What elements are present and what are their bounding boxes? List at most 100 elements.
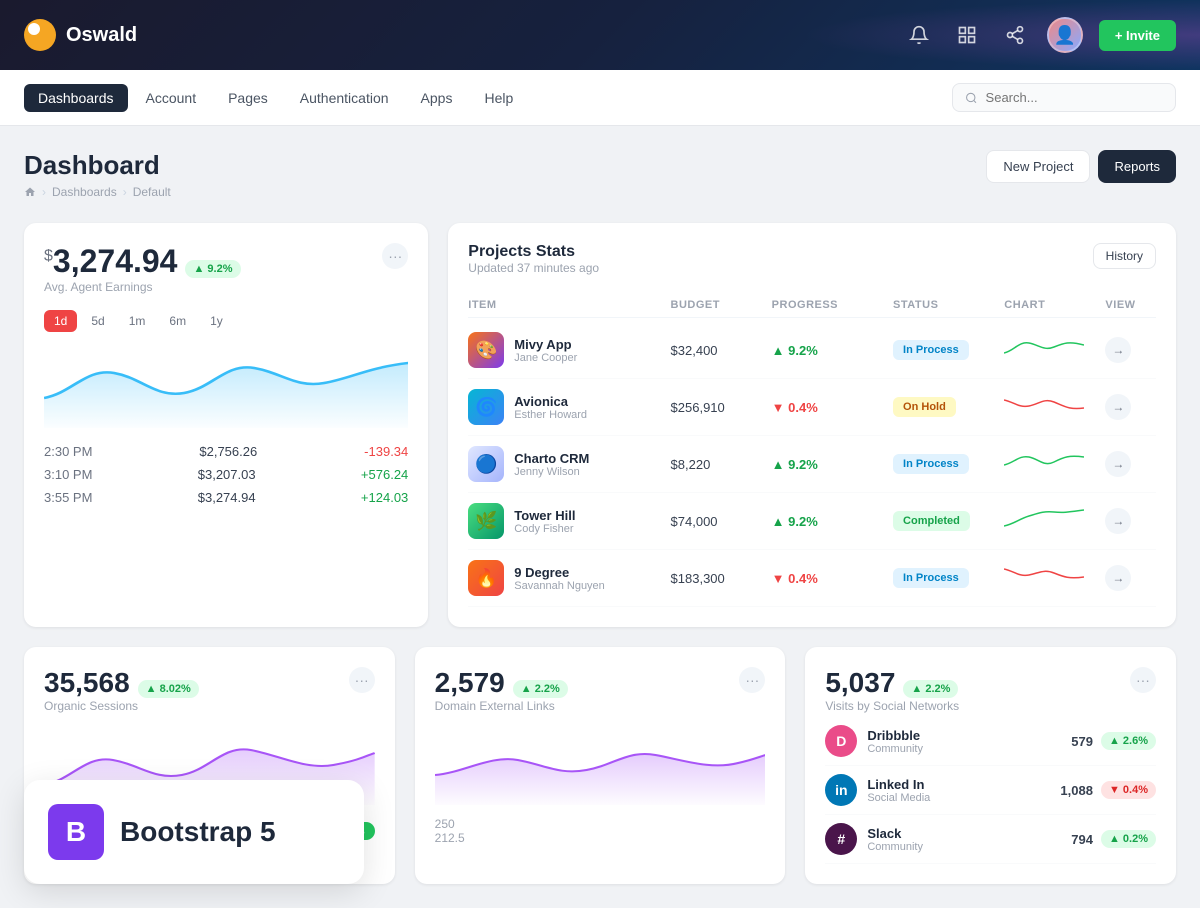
row-view-button[interactable]: → (1105, 508, 1131, 534)
domain-links-card: 2,579 ▲ 2.2% Domain External Links ··· (415, 647, 786, 884)
nav-item-apps[interactable]: Apps (407, 84, 467, 112)
main-cards-grid: $3,274.94 ▲ 9.2% Avg. Agent Earnings ···… (24, 223, 1176, 627)
page-actions: New Project Reports (986, 150, 1176, 183)
row-view-button[interactable]: → (1105, 394, 1131, 420)
row-view-button[interactable]: → (1105, 451, 1131, 477)
page-title-section: Dashboard › Dashboards › Default (24, 150, 171, 199)
chart-axis: 250 (435, 817, 766, 831)
logo-area: Oswald (24, 19, 903, 51)
new-project-button[interactable]: New Project (986, 150, 1090, 183)
page-title: Dashboard (24, 150, 171, 181)
time-filter-1m[interactable]: 1m (119, 310, 156, 332)
status-badge: In Process (893, 568, 969, 588)
nav-item-account[interactable]: Account (132, 84, 211, 112)
earnings-header: $3,274.94 ▲ 9.2% Avg. Agent Earnings ··· (44, 243, 408, 306)
table-header: ITEM BUDGET PROGRESS STATUS CHART VIEW (468, 293, 1156, 318)
earnings-badge: ▲ 9.2% (185, 260, 240, 278)
earnings-amount: $3,274.94 (44, 243, 177, 280)
mini-chart (1004, 447, 1105, 482)
time-filters: 1d 5d 1m 6m 1y (44, 310, 408, 332)
share-icon[interactable] (999, 19, 1031, 51)
mini-chart (1004, 561, 1105, 596)
dribbble-icon: D (825, 725, 857, 757)
social-value: 5,037 (825, 667, 895, 699)
content-area: Dashboard › Dashboards › Default New Pro… (0, 126, 1200, 908)
organic-sessions-value: 35,568 (44, 667, 130, 699)
nav-item-authentication[interactable]: Authentication (286, 84, 403, 112)
domain-links-value: 2,579 (435, 667, 505, 699)
invite-button[interactable]: + Invite (1099, 20, 1176, 51)
domain-more-button[interactable]: ··· (739, 667, 765, 693)
time-filter-1y[interactable]: 1y (200, 310, 233, 332)
slack-icon: # (825, 823, 857, 855)
mini-chart (1004, 390, 1105, 425)
table-row: 🔥 9 Degree Savannah Nguyen $183,300 ▼ 0.… (468, 550, 1156, 607)
notification-icon[interactable] (903, 19, 935, 51)
table-row: 🌿 Tower Hill Cody Fisher $74,000 ▲ 9.2% … (468, 493, 1156, 550)
earnings-rows: 2:30 PM $2,756.26 -139.34 3:10 PM $3,207… (44, 444, 408, 505)
chart-axis-2: 212.5 (435, 831, 766, 845)
avatar[interactable]: 👤 (1047, 17, 1083, 53)
earnings-row-3: 3:55 PM $3,274.94 +124.03 (44, 490, 408, 505)
projects-table: ITEM BUDGET PROGRESS STATUS CHART VIEW 🎨… (468, 293, 1156, 607)
table-row: 🔵 Charto CRM Jenny Wilson $8,220 ▲ 9.2% … (468, 436, 1156, 493)
project-icon-avionica: 🌀 (468, 389, 504, 425)
earnings-row-2: 3:10 PM $3,207.03 +576.24 (44, 467, 408, 482)
reports-button[interactable]: Reports (1098, 150, 1176, 183)
organic-sessions-badge: ▲ 8.02% (138, 680, 199, 698)
topbar-icons: 👤 + Invite (903, 17, 1176, 53)
breadcrumb-default: Default (133, 185, 171, 199)
status-badge: In Process (893, 340, 969, 360)
earnings-chart (44, 348, 408, 428)
projects-header: Projects Stats Updated 37 minutes ago Hi… (468, 243, 1156, 289)
earnings-card: $3,274.94 ▲ 9.2% Avg. Agent Earnings ···… (24, 223, 428, 627)
row-view-button[interactable]: → (1105, 337, 1131, 363)
app-name: Oswald (66, 24, 137, 47)
domain-links-label: Domain External Links (435, 699, 568, 713)
organic-more-button[interactable]: ··· (349, 667, 375, 693)
project-icon-mivy: 🎨 (468, 332, 504, 368)
social-label: Visits by Social Networks (825, 699, 959, 713)
search-box[interactable] (952, 83, 1176, 112)
projects-card: Projects Stats Updated 37 minutes ago Hi… (448, 223, 1176, 627)
logo-icon (24, 19, 56, 51)
social-item-linkedin: in Linked In Social Media 1,088 ▼ 0.4% (825, 766, 1156, 815)
row-view-button[interactable]: → (1105, 565, 1131, 591)
search-input[interactable] (986, 90, 1163, 105)
mini-chart (1004, 504, 1105, 539)
project-icon-9degree: 🔥 (468, 560, 504, 596)
nav-item-dashboards[interactable]: Dashboards (24, 84, 128, 112)
social-badge: ▲ 2.2% (903, 680, 958, 698)
grid-icon[interactable] (951, 19, 983, 51)
breadcrumb: › Dashboards › Default (24, 185, 171, 199)
table-row: 🎨 Mivy App Jane Cooper $32,400 ▲ 9.2% In… (468, 322, 1156, 379)
social-items: D Dribbble Community 579 ▲ 2.6% in (825, 717, 1156, 864)
time-filter-6m[interactable]: 6m (159, 310, 196, 332)
domain-links-badge: ▲ 2.2% (513, 680, 568, 698)
earnings-row-1: 2:30 PM $2,756.26 -139.34 (44, 444, 408, 459)
earnings-more-button[interactable]: ··· (382, 243, 408, 269)
breadcrumb-dashboards: Dashboards (52, 185, 117, 199)
status-badge: On Hold (893, 397, 956, 417)
topbar: Oswald 👤 + Invite (0, 0, 1200, 70)
time-filter-1d[interactable]: 1d (44, 310, 77, 332)
table-row: 🌀 Avionica Esther Howard $256,910 ▼ 0.4%… (468, 379, 1156, 436)
navbar: Dashboards Account Pages Authentication … (0, 70, 1200, 126)
nav-item-help[interactable]: Help (470, 84, 527, 112)
domain-chart (435, 725, 766, 805)
bootstrap-promo-card: B Bootstrap 5 (24, 780, 364, 884)
time-filter-5d[interactable]: 5d (81, 310, 114, 332)
projects-title: Projects Stats (468, 243, 599, 261)
project-icon-tower: 🌿 (468, 503, 504, 539)
nav-item-pages[interactable]: Pages (214, 84, 282, 112)
bootstrap-icon: B (48, 804, 104, 860)
social-item-slack: # Slack Community 794 ▲ 0.2% (825, 815, 1156, 864)
organic-sessions-label: Organic Sessions (44, 699, 199, 713)
bootstrap-promo-text: Bootstrap 5 (120, 816, 276, 848)
earnings-label: Avg. Agent Earnings (44, 280, 241, 294)
history-button[interactable]: History (1093, 243, 1156, 269)
social-more-button[interactable]: ··· (1130, 667, 1156, 693)
social-item-dribbble: D Dribbble Community 579 ▲ 2.6% (825, 717, 1156, 766)
status-badge: In Process (893, 454, 969, 474)
status-badge: Completed (893, 511, 970, 531)
